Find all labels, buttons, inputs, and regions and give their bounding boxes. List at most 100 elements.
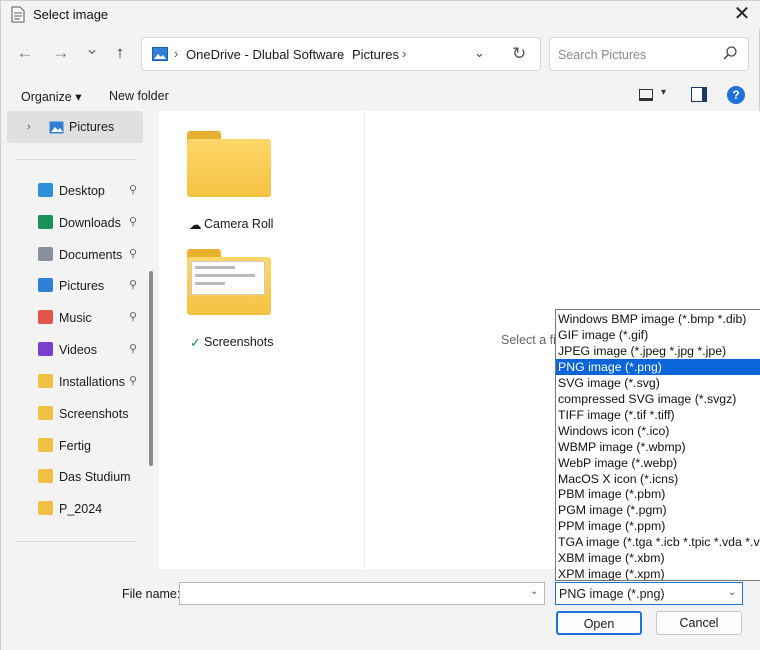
file-type-value: PNG image (*.png) — [559, 587, 665, 601]
sidebar-item-fertig[interactable]: Fertig — [5, 432, 145, 460]
sidebar-item-label: Das Studium — [59, 470, 131, 484]
breadcrumb-onedrive[interactable]: OneDrive - Dlubal Software — [186, 47, 344, 62]
sidebar-item-label: Videos — [59, 343, 97, 357]
navigation-bar: ← → ⌄ ↑ › OneDrive - Dlubal Software › P… — [1, 31, 760, 77]
file-type-option[interactable]: TIFF image (*.tif *.tiff) — [556, 407, 760, 423]
view-dropdown-icon[interactable]: ▾ — [661, 87, 666, 98]
select-image-dialog: Select image ✕ ← → ⌄ ↑ › OneDrive - Dlub… — [0, 0, 760, 650]
back-button[interactable]: ← — [13, 41, 37, 65]
file-type-option[interactable]: TGA image (*.tga *.icb *.tpic *.vda *.vs… — [556, 534, 760, 550]
sidebar-item-label: Desktop — [59, 184, 105, 198]
open-button[interactable]: Open — [556, 611, 642, 635]
sidebar-item-desktop[interactable]: Desktop ⚲ — [5, 177, 145, 205]
pin-icon: ⚲ — [129, 216, 138, 228]
screenshot-thumbnail — [191, 261, 265, 295]
folder-icon — [38, 406, 53, 420]
file-type-option[interactable]: PGM image (*.pgm) — [556, 502, 760, 518]
file-type-option[interactable]: PPM image (*.ppm) — [556, 518, 760, 534]
file-type-option[interactable]: PNG image (*.png) — [556, 358, 760, 375]
refresh-button[interactable]: ↻ — [512, 44, 526, 64]
file-type-option[interactable]: GIF image (*.gif) — [556, 327, 760, 343]
file-type-option[interactable]: Windows BMP image (*.bmp *.dib) — [556, 311, 760, 327]
chevron-right-icon[interactable]: › — [27, 121, 31, 133]
file-type-option[interactable]: PBM image (*.pbm) — [556, 486, 760, 502]
folder-icon — [38, 469, 53, 483]
pin-icon: ⚲ — [129, 279, 138, 291]
file-type-option[interactable]: WebP image (*.webp) — [556, 455, 760, 471]
cancel-button[interactable]: Cancel — [656, 611, 742, 635]
sidebar-item-das-studium[interactable]: Das Studium — [5, 463, 145, 491]
sidebar-item-screenshots[interactable]: Screenshots — [5, 400, 145, 428]
sidebar-item-label: Documents — [59, 248, 123, 262]
file-type-option[interactable]: XPM image (*.xpm) — [556, 566, 760, 580]
folder-screenshots[interactable] — [187, 249, 273, 317]
file-selection-bar: File name: ⌄ PNG image (*.png) ⌄ Open Ca… — [1, 569, 760, 650]
synced-check-icon: ✓ — [190, 336, 201, 350]
sidebar-item-documents[interactable]: Documents ⚲ — [5, 241, 145, 269]
sidebar-item-music[interactable]: Music ⚲ — [5, 304, 145, 332]
chevron-down-icon[interactable]: ⌄ — [728, 587, 736, 598]
thumbnail-line — [195, 266, 235, 269]
preview-message: Select a fi — [501, 333, 556, 347]
search-input[interactable]: Search Pictures — [549, 37, 749, 71]
file-type-option[interactable]: Windows icon (*.ico) — [556, 423, 760, 439]
file-type-option[interactable]: XBM image (*.xbm) — [556, 550, 760, 566]
window-title: Select image — [33, 7, 109, 22]
file-type-option[interactable]: MacOS X icon (*.icns) — [556, 471, 760, 487]
sidebar-item-installations[interactable]: Installations ⚲ — [5, 368, 145, 396]
file-type-option[interactable]: compressed SVG image (*.svgz) — [556, 391, 760, 407]
sidebar-item-pictures-selected[interactable]: › Pictures — [7, 111, 143, 143]
chevron-down-icon[interactable]: ⌄ — [530, 586, 538, 597]
download-icon — [38, 215, 53, 229]
recent-locations-button[interactable]: ⌄ — [80, 37, 104, 61]
pin-icon: ⚲ — [129, 375, 138, 387]
command-bar: Organize ▾ New folder ▾ ? — [1, 81, 760, 111]
sidebar-item-pictures[interactable]: Pictures ⚲ — [5, 272, 145, 300]
sidebar-item-p-2024[interactable]: P_2024 — [5, 495, 145, 523]
file-type-option[interactable]: SVG image (*.svg) — [556, 375, 760, 391]
address-history-dropdown[interactable]: ⌄ — [474, 45, 485, 61]
help-icon[interactable]: ? — [727, 86, 745, 104]
pictures-icon — [49, 121, 64, 134]
folder-icon-body — [187, 139, 271, 197]
sidebar-item-label: Installations — [59, 375, 126, 389]
file-name-input[interactable]: ⌄ — [179, 582, 545, 605]
thumbnail-line — [195, 282, 225, 285]
view-icon[interactable] — [639, 89, 653, 101]
document-icon — [38, 247, 53, 261]
breadcrumb-separator: › — [174, 46, 179, 61]
file-type-select[interactable]: PNG image (*.png) ⌄ — [555, 582, 743, 605]
navigation-pane: › Pictures Desktop ⚲ Downloads ⚲ Documents ⚲ P… — [5, 111, 157, 569]
file-type-option[interactable]: WBMP image (*.wbmp) — [556, 439, 760, 455]
sidebar-item-videos[interactable]: Videos ⚲ — [5, 336, 145, 364]
pictures-icon — [38, 278, 53, 292]
videos-icon — [38, 342, 53, 356]
folder-label[interactable]: Camera Roll — [204, 217, 273, 231]
breadcrumb-pictures[interactable]: Pictures — [352, 47, 399, 62]
file-name-label: File name: — [122, 587, 181, 601]
folder-icon — [38, 374, 53, 388]
folder-icon — [38, 438, 53, 452]
forward-button[interactable]: → — [49, 41, 73, 65]
title-bar: Select image ✕ — [1, 1, 760, 29]
folder-icon — [38, 501, 53, 515]
sidebar-item-downloads[interactable]: Downloads ⚲ — [5, 209, 145, 237]
sidebar-item-label: P_2024 — [59, 502, 103, 516]
sidebar-divider — [15, 159, 137, 160]
pin-icon: ⚲ — [129, 311, 138, 323]
folder-camera-roll[interactable] — [187, 131, 273, 199]
sidebar-scrollbar[interactable] — [149, 271, 153, 466]
organize-button[interactable]: Organize ▾ — [21, 89, 81, 104]
up-button[interactable]: ↑ — [108, 41, 132, 65]
folder-label[interactable]: Screenshots — [204, 335, 273, 349]
file-type-option[interactable]: JPEG image (*.jpeg *.jpg *.jpe) — [556, 343, 760, 359]
new-folder-button[interactable]: New folder — [109, 89, 169, 103]
sidebar-item-label: Pictures — [59, 279, 105, 293]
address-bar[interactable]: › OneDrive - Dlubal Software › Pictures … — [141, 37, 541, 71]
preview-pane-icon[interactable] — [691, 87, 707, 102]
sidebar-item-label: Fertig — [59, 439, 91, 453]
close-button[interactable]: ✕ — [729, 3, 755, 27]
document-icon — [11, 6, 25, 23]
sidebar-item-label: Downloads — [59, 216, 121, 230]
folder-icon-body — [187, 257, 271, 315]
